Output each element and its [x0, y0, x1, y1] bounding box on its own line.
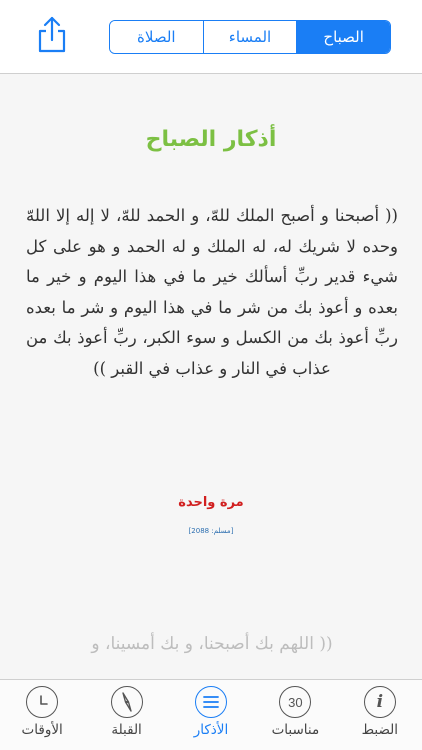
tab-label: الأذكار	[193, 722, 229, 738]
info-icon: i	[363, 686, 396, 718]
tab-times[interactable]: الأوقات	[0, 680, 84, 750]
hadith-reference: [مسلم: 2088]	[188, 527, 234, 535]
repeat-count: مرة واحدة	[178, 495, 244, 510]
tab-label: الأوقات	[21, 722, 63, 738]
segment-prayer[interactable]: الصلاة	[110, 21, 203, 53]
time-segmented-control: الصباح المساء الصلاة	[109, 20, 391, 54]
top-bar: الصباح المساء الصلاة	[0, 0, 422, 74]
tab-occasions[interactable]: 30 مناسبات	[253, 680, 337, 750]
segment-morning[interactable]: الصباح	[296, 21, 390, 53]
tab-adhkar[interactable]: الأذكار	[169, 680, 253, 750]
page-title: أذكار الصباح	[145, 127, 277, 152]
clock-icon	[26, 686, 59, 718]
tab-label: الضبط	[361, 722, 399, 738]
compass-icon	[110, 686, 143, 718]
next-zikr-preview: (( اللهم بك أصبحنا، و بك أمسينا، و	[91, 634, 333, 654]
tab-label: مناسبات	[271, 722, 320, 738]
calendar-30-icon: 30	[279, 686, 312, 718]
calendar-number: 30	[288, 694, 303, 710]
tab-label: القبلة	[111, 722, 142, 738]
tab-qibla[interactable]: القبلة	[84, 680, 168, 750]
segment-evening[interactable]: المساء	[202, 21, 297, 53]
tab-settings[interactable]: i الضبط	[338, 680, 422, 750]
list-icon	[194, 686, 227, 718]
zikr-text: (( أصبحنا و أصبح الملك للهّ، و الحمد لله…	[26, 206, 398, 378]
share-icon	[38, 16, 66, 53]
info-glyph: i	[376, 692, 384, 712]
bottom-tab-bar: i الضبط 30 مناسبات الأذكار القبلة الأوقا…	[0, 679, 422, 750]
share-button[interactable]	[34, 14, 70, 54]
adhkar-scroll-view[interactable]: أذكار الصباح (( أصبحنا و أصبح الملك للهّ…	[0, 75, 422, 679]
